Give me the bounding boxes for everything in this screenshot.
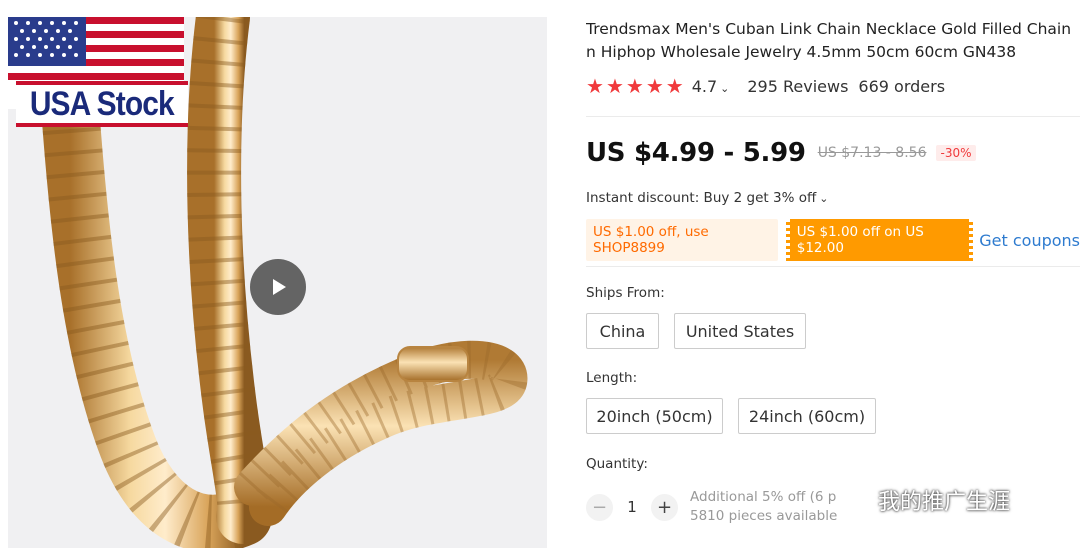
discount-badge: -30% <box>936 145 976 161</box>
usa-stock-badge: USA Stock <box>16 81 188 127</box>
ship-option-united-states[interactable]: United States <box>674 313 806 349</box>
quantity-value[interactable]: 1 <box>613 498 651 516</box>
play-icon <box>273 279 286 295</box>
divider <box>586 116 1080 117</box>
rating-value[interactable]: 4.7 ⌄ <box>692 77 730 96</box>
quantity-info: Additional 5% off (6 p 5810 pieces avail… <box>690 488 837 526</box>
store-coupon[interactable]: US $1.00 off, use SHOP8899 <box>586 219 778 261</box>
star-icon: ★ <box>605 74 624 98</box>
orders-count: 669 orders <box>858 76 946 96</box>
coupon-row: US $1.00 off, use SHOP8899 US $1.00 off … <box>586 219 1080 261</box>
rating-row: ★ ★ ★ ★ ★ 4.7 ⌄ 295 Reviews 669 orders <box>586 76 945 96</box>
star-icon: ★ <box>645 74 664 98</box>
quantity-increase-button[interactable]: + <box>651 493 678 521</box>
reviews-link[interactable]: 295 Reviews <box>747 77 848 96</box>
length-option-20inch[interactable]: 20inch (50cm) <box>586 398 723 434</box>
product-title-line-2: n Hiphop Wholesale Jewelry 4.5mm 50cm 60… <box>586 43 1017 61</box>
star-icon: ★ <box>625 74 644 98</box>
divider <box>586 266 1080 267</box>
instant-discount[interactable]: Instant discount: Buy 2 get 3% off ⌄ <box>586 190 828 206</box>
ship-option-china[interactable]: China <box>586 313 659 349</box>
quantity-stepper: − 1 + Additional 5% off (6 p 5810 pieces… <box>586 488 837 526</box>
instant-discount-text: Instant discount: Buy 2 get 3% off <box>586 190 817 206</box>
product-title: Trendsmax Men's Cuban Link Chain Necklac… <box>586 18 1080 64</box>
quantity-decrease-button[interactable]: − <box>586 493 613 521</box>
current-price: US $4.99 - 5.99 <box>586 138 806 168</box>
get-coupons-link[interactable]: Get coupons <box>979 231 1080 250</box>
length-option-24inch[interactable]: 24inch (60cm) <box>738 398 876 434</box>
additional-discount-text: Additional 5% off (6 p <box>690 489 837 505</box>
wechat-icon <box>839 488 870 512</box>
usa-stock-text: USA Stock <box>30 84 175 123</box>
chevron-down-icon: ⌄ <box>819 192 829 205</box>
star-icon: ★ <box>586 74 604 98</box>
quantity-label: Quantity: <box>586 456 648 472</box>
product-image-gallery[interactable]: USA Stock <box>8 17 547 548</box>
original-price: US $7.13 - 8.56 <box>817 145 927 161</box>
watermark: 我的推广生涯 <box>838 484 1010 516</box>
watermark-text: 我的推广生涯 <box>878 490 1011 515</box>
pieces-available-text: 5810 pieces available <box>690 508 838 524</box>
play-video-button[interactable] <box>250 259 306 315</box>
price-row: US $4.99 - 5.99 US $7.13 - 8.56 -30% <box>586 138 976 168</box>
select-coupon[interactable]: US $1.00 off on US $12.00 <box>785 219 973 261</box>
product-title-line-1: Trendsmax Men's Cuban Link Chain Necklac… <box>586 20 1072 38</box>
ships-from-label: Ships From: <box>586 285 665 301</box>
chevron-down-icon: ⌄ <box>720 81 730 95</box>
length-label: Length: <box>586 370 638 386</box>
star-icon: ★ <box>665 74 684 98</box>
rating-number: 4.7 <box>691 76 718 96</box>
rating-stars: ★ ★ ★ ★ ★ <box>586 76 684 96</box>
